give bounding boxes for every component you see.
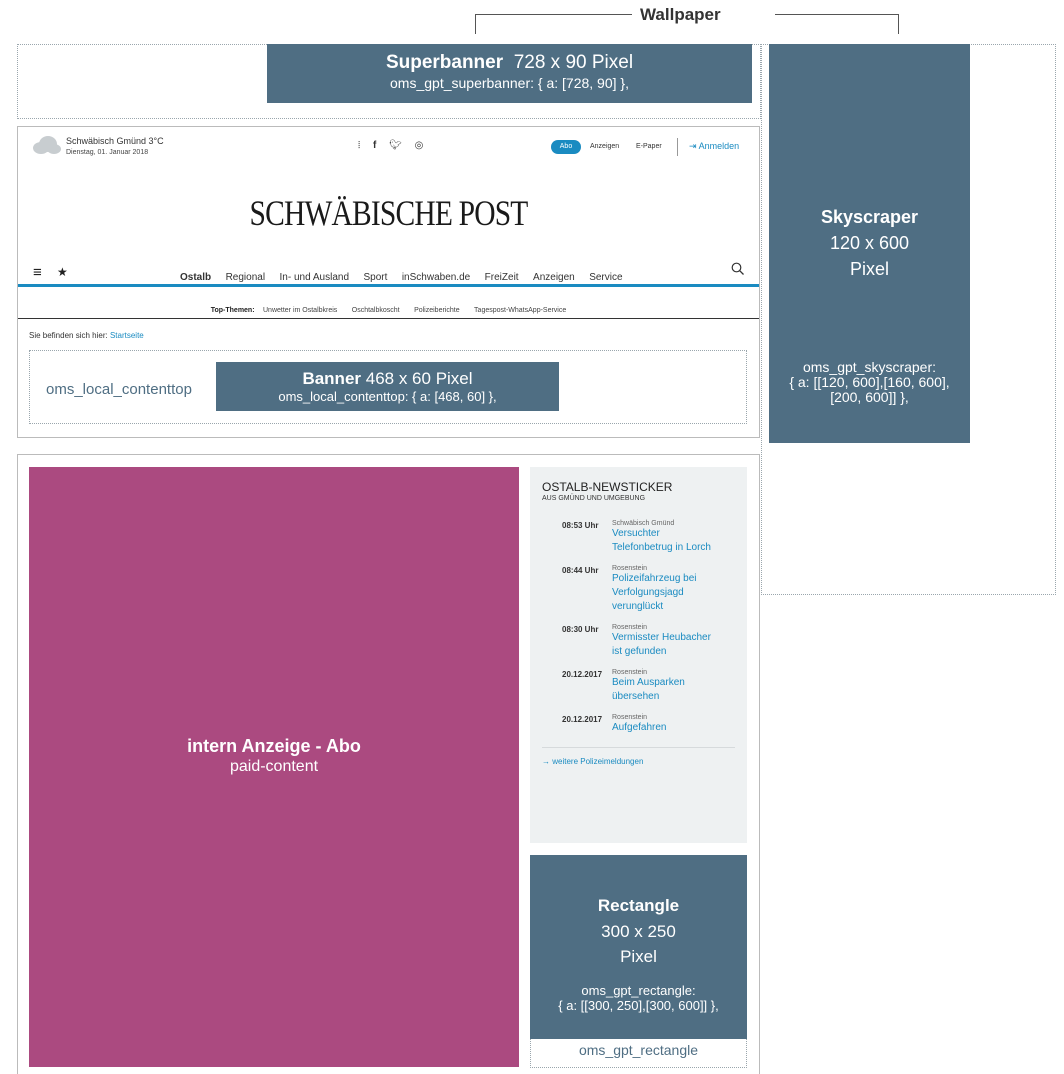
login-label: Anmelden [698, 141, 740, 151]
newsticker-place: Schwäbisch Gmünd [612, 520, 675, 527]
header-date: Dienstag, 01. Januar 2018 [66, 149, 149, 156]
nav-accent-bar [18, 284, 759, 287]
wallpaper-bracket-top-right [775, 14, 899, 15]
top-themes-label: Top-Themen: [210, 307, 255, 314]
superbanner-size: 728 x 90 Pixel [513, 52, 634, 73]
newsticker-entry: 08:53 Uhr Schwäbisch Gmünd Versuchter Te… [542, 520, 735, 555]
login-icon: ⇥ [689, 141, 697, 151]
wallpaper-bracket-right [898, 14, 899, 34]
rectangle-size-unit: Pixel [620, 947, 657, 966]
breadcrumb: Sie befinden sich hier: Startseite [29, 331, 144, 340]
top-themes-bar: Top-Themen: Unwetter im Ostalbkreis Osch… [17, 299, 760, 317]
newsticker-subtitle: AUS GMÜND UND UMGEBUNG [542, 495, 646, 502]
newsticker-time: 08:53 Uhr [562, 521, 599, 530]
paid-content-ad[interactable]: intern Anzeige - Abo paid-content [29, 467, 519, 1067]
top-theme-link[interactable]: Polizeiberichte [414, 307, 460, 314]
nav-item-anzeigen[interactable]: Anzeigen [533, 272, 575, 283]
newsticker-entry: 20.12.2017 Rosenstein Beim Ausparken übe… [542, 669, 735, 704]
site-logo[interactable]: SCHWÄBISCHE POST [84, 192, 693, 234]
banner-code: oms_local_contenttop: { a: [468, 60] }, [278, 389, 497, 404]
twitter-icon[interactable]: 🐦︎ [389, 140, 402, 151]
newsticker-headline-link[interactable]: Beim Ausparken übersehen [612, 676, 712, 704]
nav-item-freizeit[interactable]: FreiZeit [485, 272, 519, 283]
breadcrumb-label: Sie befinden sich hier: [29, 331, 108, 340]
main-nav: Ostalb Regional In- und Ausland Sport in… [180, 267, 633, 285]
weather-location: Schwäbisch Gmünd 3°C [66, 136, 164, 146]
rectangle-title: Rectangle [597, 896, 680, 915]
menu-icon[interactable]: ≡ [33, 264, 42, 281]
newsticker-place: Rosenstein [612, 565, 648, 572]
star-icon[interactable]: ★ [57, 265, 68, 279]
nav-item-regional[interactable]: Regional [226, 272, 265, 283]
skyscraper-size-unit: Pixel [849, 259, 889, 279]
newsticker-headline-link[interactable]: Versuchter Telefonbetrug in Lorch [612, 527, 712, 555]
whatsapp-icon[interactable]: ◎ [415, 140, 424, 151]
newsticker-headline-link[interactable]: Polizeifahrzeug bei Verfolgungsjagd veru… [612, 572, 712, 614]
cloud-icon [31, 135, 61, 160]
top-themes-divider [18, 318, 759, 319]
newsticker-widget: OSTALB-NEWSTICKER AUS GMÜND UND UMGEBUNG… [530, 467, 747, 843]
newsticker-time: 20.12.2017 [562, 670, 603, 679]
wallpaper-bracket-left [475, 14, 476, 34]
top-theme-link[interactable]: Oschtalbkoscht [352, 307, 400, 314]
skyscraper-ad: Skyscraper 120 x 600 Pixel oms_gpt_skysc… [769, 44, 970, 443]
newsticker-entry: 08:44 Uhr Rosenstein Polizeifahrzeug bei… [542, 565, 735, 614]
newsticker-time: 08:44 Uhr [562, 566, 599, 575]
contenttop-label: oms_local_contenttop [46, 381, 192, 398]
newsticker-title: OSTALB-NEWSTICKER [542, 480, 673, 494]
breadcrumb-startseite-link[interactable]: Startseite [110, 331, 144, 340]
nav-item-sport[interactable]: Sport [363, 272, 387, 283]
rectangle-label: oms_gpt_rectangle [578, 1042, 699, 1058]
banner-title: Banner [302, 369, 362, 388]
abo-button[interactable]: Abo [551, 140, 581, 154]
wallpaper-label: Wallpaper [640, 5, 721, 24]
arrow-right-icon: → [542, 757, 550, 766]
superbanner-title: Superbanner [385, 52, 504, 73]
wallpaper-bracket-top-left [475, 14, 632, 15]
rss-icon[interactable]: ⦙ [358, 140, 360, 151]
newsticker-headline-link[interactable]: Aufgefahren [612, 721, 712, 735]
paid-content-subtitle: paid-content [229, 758, 319, 775]
skyscraper-code-line1: oms_gpt_skyscraper: [802, 359, 937, 375]
skyscraper-code-line2: { a: [[120, 600],[160, 600], [789, 374, 950, 390]
newsticker-time: 08:30 Uhr [562, 625, 599, 634]
newsticker-place: Rosenstein [612, 714, 648, 721]
skyscraper-size: 120 x 600 [829, 233, 910, 253]
top-theme-link[interactable]: Tagespost-WhatsApp-Service [474, 307, 566, 314]
newsticker-entry: 08:30 Uhr Rosenstein Vermisster Heubache… [542, 624, 735, 659]
newsticker-headline-link[interactable]: Vermisster Heubacher ist gefunden [612, 631, 712, 659]
rectangle-size: 300 x 250 [601, 922, 676, 941]
nav-item-inschwaben[interactable]: inSchwaben.de [402, 272, 470, 283]
nav-item-service[interactable]: Service [589, 272, 622, 283]
superbanner-code: oms_gpt_superbanner: { a: [728, 90] }, [390, 75, 629, 91]
contenttop-banner-ad: Banner 468 x 60 Pixel oms_local_contentt… [216, 362, 559, 411]
paid-content-title: intern Anzeige - Abo [187, 736, 361, 756]
login-link[interactable]: ⇥ Anmelden [689, 141, 739, 152]
rectangle-code-line2: { a: [[300, 250],[300, 600]] }, [558, 998, 719, 1013]
newsticker-more-link[interactable]: → weitere Polizeimeldungen [542, 747, 735, 766]
facebook-icon[interactable]: f [373, 140, 376, 151]
rectangle-code-line1: oms_gpt_rectangle: [581, 983, 696, 998]
rectangle-ad: Rectangle 300 x 250 Pixel oms_gpt_rectan… [530, 855, 747, 1039]
top-theme-link[interactable]: Unwetter im Ostalbkreis [263, 307, 337, 314]
header-divider [677, 138, 678, 156]
nav-item-in-und-ausland[interactable]: In- und Ausland [280, 272, 350, 283]
skyscraper-title: Skyscraper [820, 207, 919, 227]
newsticker-place: Rosenstein [612, 669, 648, 676]
anzeigen-link[interactable]: Anzeigen [590, 143, 619, 150]
skyscraper-code-line3: [200, 600]] }, [830, 389, 909, 405]
banner-size: 468 x 60 Pixel [365, 369, 473, 388]
newsticker-more-label: weitere Polizeimeldungen [552, 757, 644, 766]
newsticker-place: Rosenstein [612, 624, 648, 631]
newsticker-time: 20.12.2017 [562, 715, 603, 724]
newsticker-entry: 20.12.2017 Rosenstein Aufgefahren [542, 714, 735, 735]
nav-item-ostalb[interactable]: Ostalb [180, 272, 211, 283]
social-icons: ⦙ f 🐦︎ ◎ [358, 140, 423, 151]
superbanner-ad: Superbanner 728 x 90 Pixel oms_gpt_super… [267, 44, 752, 103]
search-icon[interactable] [731, 262, 745, 281]
epaper-link[interactable]: E-Paper [636, 143, 662, 150]
